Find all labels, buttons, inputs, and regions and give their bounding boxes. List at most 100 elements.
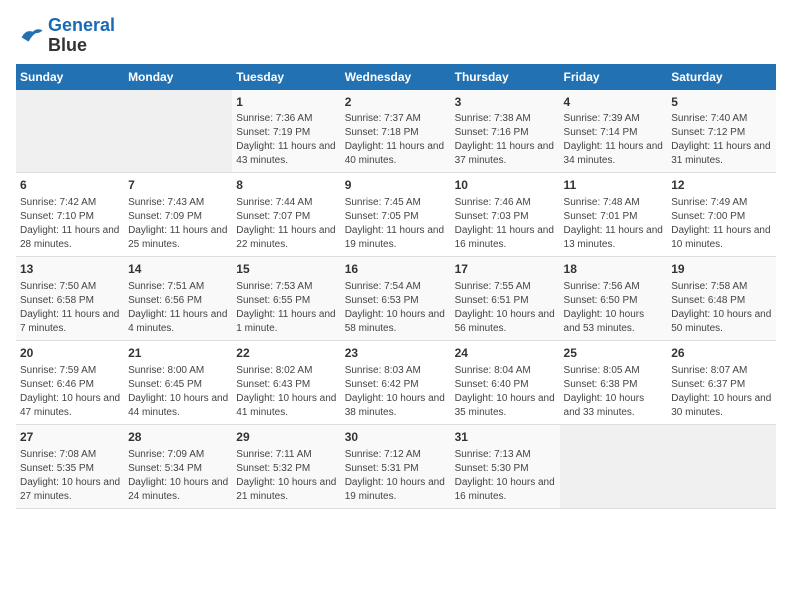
day-of-week-header: Sunday	[16, 64, 124, 90]
calendar-cell: 28Sunrise: 7:09 AMSunset: 5:34 PMDayligh…	[124, 424, 232, 508]
day-info: Sunrise: 7:46 AMSunset: 7:03 PMDaylight:…	[455, 196, 556, 252]
calendar-week-row: 6 Sunrise: 7:42 AMSunset: 7:10 PMDaylight…	[16, 173, 776, 257]
calendar-cell: 15 Sunrise: 7:53 AMSunset: 6:55 PMDayligh…	[232, 257, 340, 341]
calendar-cell: 30 Sunrise: 7:12 AMSunset: 5:31 PMDayligh…	[341, 424, 451, 508]
day-number: 29	[236, 429, 336, 446]
calendar-cell: 20Sunrise: 7:59 AMSunset: 6:46 PMDayligh…	[16, 340, 124, 424]
day-number: 21	[128, 345, 228, 362]
calendar-cell: 1Sunrise: 7:36 AMSunset: 7:19 PMDaylight…	[232, 90, 340, 173]
day-info: Sunrise: 8:07 AMSunset: 6:37 PMDaylight:…	[671, 364, 772, 420]
day-of-week-header: Monday	[124, 64, 232, 90]
day-number: 16	[345, 261, 447, 278]
calendar-cell: 4Sunrise: 7:39 AMSunset: 7:14 PMDaylight…	[560, 90, 668, 173]
calendar-cell: 29 Sunrise: 7:11 AMSunset: 5:32 PMDayligh…	[232, 424, 340, 508]
calendar-cell	[667, 424, 776, 508]
logo-icon	[16, 22, 44, 50]
day-info: Sunrise: 7:42 AMSunset: 7:10 PMDaylight:…	[20, 196, 120, 252]
day-number: 15	[236, 261, 336, 278]
day-number: 8	[236, 177, 336, 194]
calendar-cell: 17Sunrise: 7:55 AMSunset: 6:51 PMDayligh…	[451, 257, 560, 341]
day-number: 24	[455, 345, 556, 362]
calendar-cell: 9 Sunrise: 7:45 AMSunset: 7:05 PMDaylight…	[341, 173, 451, 257]
day-info: Sunrise: 7:45 AMSunset: 7:05 PMDaylight:…	[345, 196, 447, 252]
day-info: Sunrise: 8:05 AMSunset: 6:38 PMDaylight:…	[564, 364, 664, 420]
day-number: 22	[236, 345, 336, 362]
day-of-week-header: Friday	[560, 64, 668, 90]
day-info: Sunrise: 7:54 AMSunset: 6:53 PMDaylight:…	[345, 280, 447, 336]
calendar-week-row: 1Sunrise: 7:36 AMSunset: 7:19 PMDaylight…	[16, 90, 776, 173]
day-info: Sunrise: 7:48 AMSunset: 7:01 PMDaylight:…	[564, 196, 664, 252]
day-number: 10	[455, 177, 556, 194]
day-number: 4	[564, 94, 664, 111]
day-number: 9	[345, 177, 447, 194]
calendar-table: SundayMondayTuesdayWednesdayThursdayFrid…	[16, 64, 776, 509]
calendar-cell: 24 Sunrise: 8:04 AMSunset: 6:40 PMDayligh…	[451, 340, 560, 424]
day-number: 17	[455, 261, 556, 278]
day-number: 6	[20, 177, 120, 194]
day-info: Sunrise: 8:03 AMSunset: 6:42 PMDaylight:…	[345, 364, 447, 420]
calendar-cell: 19 Sunrise: 7:58 AMSunset: 6:48 PMDayligh…	[667, 257, 776, 341]
calendar-week-row: 13Sunrise: 7:50 AMSunset: 6:58 PMDayligh…	[16, 257, 776, 341]
calendar-cell: 8 Sunrise: 7:44 AMSunset: 7:07 PMDaylight…	[232, 173, 340, 257]
day-info: Sunrise: 7:56 AMSunset: 6:50 PMDaylight:…	[564, 280, 664, 336]
day-number: 14	[128, 261, 228, 278]
day-number: 7	[128, 177, 228, 194]
day-info: Sunrise: 7:09 AMSunset: 5:34 PMDaylight:…	[128, 448, 228, 504]
calendar-cell: 3Sunrise: 7:38 AMSunset: 7:16 PMDaylight…	[451, 90, 560, 173]
calendar-week-row: 27 Sunrise: 7:08 AMSunset: 5:35 PMDayligh…	[16, 424, 776, 508]
day-number: 19	[671, 261, 772, 278]
day-of-week-header: Tuesday	[232, 64, 340, 90]
day-number: 18	[564, 261, 664, 278]
day-number: 2	[345, 94, 447, 111]
calendar-cell: 21 Sunrise: 8:00 AMSunset: 6:45 PMDayligh…	[124, 340, 232, 424]
day-number: 11	[564, 177, 664, 194]
calendar-cell: 16 Sunrise: 7:54 AMSunset: 6:53 PMDayligh…	[341, 257, 451, 341]
calendar-cell: 2Sunrise: 7:37 AMSunset: 7:18 PMDaylight…	[341, 90, 451, 173]
day-number: 12	[671, 177, 772, 194]
calendar-cell: 14 Sunrise: 7:51 AMSunset: 6:56 PMDayligh…	[124, 257, 232, 341]
day-info: Sunrise: 7:40 AMSunset: 7:12 PMDaylight:…	[671, 112, 772, 168]
calendar-cell: 25 Sunrise: 8:05 AMSunset: 6:38 PMDayligh…	[560, 340, 668, 424]
day-info: Sunrise: 7:50 AMSunset: 6:58 PMDaylight:…	[20, 280, 120, 336]
calendar-cell: 11 Sunrise: 7:48 AMSunset: 7:01 PMDayligh…	[560, 173, 668, 257]
day-info: Sunrise: 7:13 AMSunset: 5:30 PMDaylight:…	[455, 448, 556, 504]
day-info: Sunrise: 8:02 AMSunset: 6:43 PMDaylight:…	[236, 364, 336, 420]
calendar-cell: 5Sunrise: 7:40 AMSunset: 7:12 PMDaylight…	[667, 90, 776, 173]
day-info: Sunrise: 7:38 AMSunset: 7:16 PMDaylight:…	[455, 112, 556, 168]
day-number: 5	[671, 94, 772, 111]
calendar-cell: 27 Sunrise: 7:08 AMSunset: 5:35 PMDayligh…	[16, 424, 124, 508]
calendar-cell: 18 Sunrise: 7:56 AMSunset: 6:50 PMDayligh…	[560, 257, 668, 341]
day-info: Sunrise: 7:58 AMSunset: 6:48 PMDaylight:…	[671, 280, 772, 336]
day-info: Sunrise: 7:39 AMSunset: 7:14 PMDaylight:…	[564, 112, 664, 168]
day-info: Sunrise: 7:36 AMSunset: 7:19 PMDaylight:…	[236, 112, 336, 168]
day-info: Sunrise: 7:44 AMSunset: 7:07 PMDaylight:…	[236, 196, 336, 252]
day-info: Sunrise: 7:11 AMSunset: 5:32 PMDaylight:…	[236, 448, 336, 504]
day-info: Sunrise: 7:51 AMSunset: 6:56 PMDaylight:…	[128, 280, 228, 336]
logo: General Blue	[16, 16, 115, 56]
day-info: Sunrise: 7:53 AMSunset: 6:55 PMDaylight:…	[236, 280, 336, 336]
day-number: 3	[455, 94, 556, 111]
calendar-cell	[16, 90, 124, 173]
day-number: 25	[564, 345, 664, 362]
calendar-cell: 22 Sunrise: 8:02 AMSunset: 6:43 PMDayligh…	[232, 340, 340, 424]
calendar-cell	[560, 424, 668, 508]
day-info: Sunrise: 7:12 AMSunset: 5:31 PMDaylight:…	[345, 448, 447, 504]
day-number: 31	[455, 429, 556, 446]
day-info: Sunrise: 8:00 AMSunset: 6:45 PMDaylight:…	[128, 364, 228, 420]
day-number: 23	[345, 345, 447, 362]
day-number: 30	[345, 429, 447, 446]
day-info: Sunrise: 7:49 AMSunset: 7:00 PMDaylight:…	[671, 196, 772, 252]
logo-text: General Blue	[48, 16, 115, 56]
day-info: Sunrise: 8:04 AMSunset: 6:40 PMDaylight:…	[455, 364, 556, 420]
calendar-cell: 12 Sunrise: 7:49 AMSunset: 7:00 PMDayligh…	[667, 173, 776, 257]
day-info: Sunrise: 7:37 AMSunset: 7:18 PMDaylight:…	[345, 112, 447, 168]
day-of-week-header: Saturday	[667, 64, 776, 90]
day-of-week-header: Thursday	[451, 64, 560, 90]
calendar-cell: 23 Sunrise: 8:03 AMSunset: 6:42 PMDayligh…	[341, 340, 451, 424]
calendar-header: SundayMondayTuesdayWednesdayThursdayFrid…	[16, 64, 776, 90]
day-number: 27	[20, 429, 120, 446]
day-info: Sunrise: 7:59 AMSunset: 6:46 PMDaylight:…	[20, 364, 120, 420]
day-number: 1	[236, 94, 336, 111]
day-info: Sunrise: 7:08 AMSunset: 5:35 PMDaylight:…	[20, 448, 120, 504]
day-number: 26	[671, 345, 772, 362]
